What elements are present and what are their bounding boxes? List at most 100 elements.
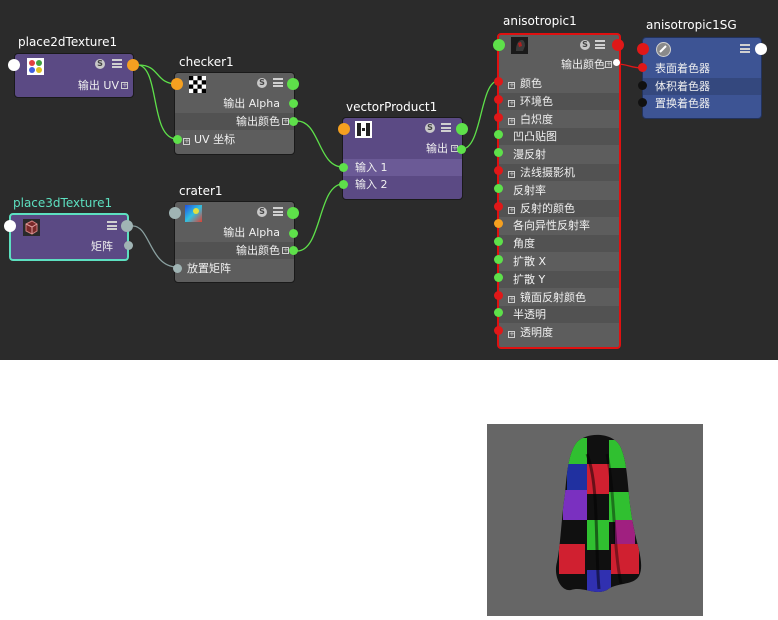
settings-badge-icon[interactable]: S [257,78,267,88]
menu-icon[interactable] [740,44,750,53]
crater-node[interactable]: S 输出 Alpha 输出颜色 + 放置矩阵 [174,201,295,283]
crater-thumbnail [185,205,202,222]
place2d-output-port[interactable] [127,59,139,71]
aniso-attr-row: + 反射的颜色 [499,199,619,217]
checker-input-port[interactable] [171,78,183,90]
place2d-node[interactable]: S 输出 UV + [14,53,134,98]
node-editor[interactable]: place2dTexture1 S 输出 UV + checker1 S 输出 … [0,0,778,360]
settings-badge-icon[interactable]: S [425,123,435,133]
expand-icon[interactable]: + [508,117,515,125]
crater-placement-port[interactable] [173,264,182,273]
place2d-out-uv: 输出 UV [77,79,119,92]
aniso-attr-port[interactable] [494,183,503,193]
place2d-thumbnail [27,58,44,75]
checker-node[interactable]: S 输出 Alpha 输出颜色 + + UV 坐标 [174,72,295,155]
menu-icon[interactable] [273,78,283,87]
expand-icon[interactable]: + [183,138,190,145]
checker-alpha-port[interactable] [289,99,298,108]
vector-node[interactable]: S 输出 + 输入 1 输入 2 [342,117,463,200]
sg-attr-port[interactable] [638,98,647,107]
expand-icon[interactable]: + [121,82,128,89]
settings-badge-icon[interactable]: S [95,59,105,69]
aniso-attr-port[interactable] [494,201,503,211]
aniso-attr-label: 凹凸贴图 [513,130,557,144]
vector-input1-port[interactable] [339,163,348,172]
aniso-attr-port[interactable] [494,272,503,282]
sg-input-port[interactable] [637,43,649,55]
aniso-attr-port[interactable] [494,77,503,86]
aniso-output-port[interactable] [612,39,624,51]
place2d-input-port[interactable] [8,59,20,71]
sg-attr-port[interactable] [638,63,647,72]
aniso-attr-port[interactable] [494,166,503,175]
expand-icon[interactable]: + [508,295,515,303]
aniso-attr-row: 角度 [499,235,619,253]
crater-alpha-port[interactable] [289,229,298,238]
vector-out-port[interactable] [457,145,466,154]
expand-icon[interactable]: + [605,61,612,68]
aniso-node[interactable]: S 输出颜色 + + 颜色 + 环境色 + 白炽度 凹凸贴图 漫反射 + 法线摄影机 反射率 + 反射的… [497,33,621,349]
settings-badge-icon[interactable]: S [257,207,267,217]
render-preview [487,424,703,616]
aniso-attr-port[interactable] [494,255,503,264]
vector-input-port[interactable] [338,123,350,135]
aniso-attr-label: 漫反射 [513,148,546,162]
vector-input2-port[interactable] [339,180,348,189]
aniso-title: anisotropic1 [503,14,577,28]
settings-badge-icon[interactable]: S [580,40,590,50]
expand-icon[interactable]: + [508,82,515,89]
aniso-attr-label: 反射的颜色 [520,201,575,215]
sg-attr-label: 置换着色器 [655,97,710,110]
vector-output-port[interactable] [456,123,468,135]
aniso-attr-port[interactable] [494,94,503,104]
place3d-matrix-port[interactable] [124,241,133,250]
aniso-attr-label: 镜面反射颜色 [520,290,586,304]
sg-attr-port[interactable] [638,80,647,90]
aniso-attr-row: 反射率 [499,182,619,199]
checker-out-color: 输出颜色 [175,113,294,130]
menu-icon[interactable] [112,59,122,68]
sg-attr-row: 表面着色器 [643,60,761,77]
aniso-attr-port[interactable] [494,112,503,122]
aniso-attr-row: + 透明度 [499,324,619,341]
checker-color-port[interactable] [289,117,298,126]
place3d-node[interactable]: 矩阵 [9,213,129,261]
crater-input-port[interactable] [169,207,181,219]
sg-attr-row: 体积着色器 [643,77,761,95]
aniso-input-port[interactable] [493,39,505,51]
sg-node[interactable]: 表面着色器 体积着色器置换着色器 [642,37,762,119]
aniso-attr-row: 半透明 [499,306,619,324]
menu-icon[interactable] [107,221,117,230]
aniso-attr-row: + 环境色 [499,92,619,110]
crater-out-color: 输出颜色 [175,242,294,259]
crater-out-alpha: 输出 Alpha [223,226,280,239]
crater-output-port[interactable] [287,207,299,219]
aniso-attr-row: 各向异性反射率 [499,217,619,234]
aniso-attr-label: 角度 [513,237,535,251]
sg-output-port[interactable] [755,43,767,55]
menu-icon[interactable] [441,123,451,132]
vector-input2: 输入 2 [355,178,388,191]
aniso-attr-row: + 白炽度 [499,111,619,128]
expand-icon[interactable]: + [508,206,515,214]
aniso-attr-label: 扩散 Y [513,272,546,286]
crater-placement: 放置矩阵 [187,262,231,275]
place3d-input-port[interactable] [4,220,16,232]
menu-icon[interactable] [595,40,605,49]
checker-uv-port[interactable] [173,135,182,144]
crater-color-port[interactable] [289,246,298,255]
expand-icon[interactable]: + [508,99,515,107]
checker-output-port[interactable] [287,78,299,90]
aniso-attr-port[interactable] [494,290,503,300]
checker-uv-coord: + UV 坐标 [175,131,294,148]
expand-icon[interactable]: + [282,118,289,125]
menu-icon[interactable] [273,207,283,216]
aniso-out-color-port[interactable] [613,59,620,66]
aniso-attr-row: + 镜面反射颜色 [499,289,619,306]
expand-icon[interactable]: + [508,331,515,339]
aniso-attr-label: 颜色 [520,77,542,90]
place3d-output-port[interactable] [121,220,133,232]
expand-icon[interactable]: + [282,247,289,254]
aniso-attr-row: + 法线摄影机 [499,164,619,181]
expand-icon[interactable]: + [508,171,515,178]
